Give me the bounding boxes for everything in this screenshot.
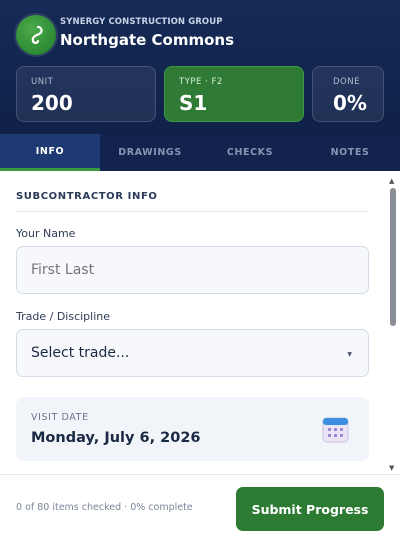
content-scrollbar[interactable]: ▲ ▼ bbox=[386, 171, 400, 474]
section-title: SUBCONTRACTOR INFO bbox=[16, 191, 158, 202]
type-stat-card: TYPE · F2 S1 bbox=[164, 66, 304, 122]
hook-icon bbox=[31, 25, 43, 44]
name-label: Your Name bbox=[16, 227, 76, 240]
project-title: Northgate Commons bbox=[60, 31, 235, 49]
chevron-down-icon: ▼ bbox=[347, 351, 352, 358]
tab-drawings[interactable]: DRAWINGS bbox=[100, 134, 200, 171]
done-stat-label: DONE bbox=[333, 77, 360, 87]
scroll-thumb[interactable] bbox=[390, 188, 396, 326]
unit-stat-value: 200 bbox=[31, 91, 73, 115]
tab-notes[interactable]: NOTES bbox=[300, 134, 400, 171]
progress-status: 0 of 80 items checked · 0% complete bbox=[16, 502, 193, 513]
footer-bar: 0 of 80 items checked · 0% complete Subm… bbox=[0, 474, 400, 540]
tab-bar: INFO DRAWINGS CHECKS NOTES bbox=[0, 134, 400, 171]
brand-name: SYNERGY CONSTRUCTION GROUP bbox=[60, 17, 223, 27]
visit-date-card[interactable]: VISIT DATE Monday, July 6, 2026 bbox=[16, 397, 369, 461]
trade-label: Trade / Discipline bbox=[16, 310, 111, 323]
unit-stat-label: UNIT bbox=[31, 77, 54, 87]
section-divider bbox=[16, 211, 368, 212]
name-input[interactable] bbox=[31, 262, 354, 278]
trade-select-value: Select trade... bbox=[31, 345, 130, 361]
app-header: SYNERGY CONSTRUCTION GROUP Northgate Com… bbox=[0, 0, 400, 171]
type-stat-value: S1 bbox=[179, 91, 208, 115]
visit-date-label: VISIT DATE bbox=[31, 412, 89, 423]
trade-select[interactable]: Select trade... ▼ bbox=[16, 329, 369, 377]
scroll-up-arrow-icon[interactable]: ▲ bbox=[389, 177, 394, 185]
scroll-down-arrow-icon[interactable]: ▼ bbox=[389, 464, 394, 472]
type-stat-label: TYPE · F2 bbox=[179, 77, 223, 87]
done-stat-card: DONE 0% bbox=[312, 66, 384, 122]
unit-stat-card: UNIT 200 bbox=[16, 66, 156, 122]
tab-checks[interactable]: CHECKS bbox=[200, 134, 300, 171]
company-logo bbox=[16, 15, 56, 55]
name-field-box bbox=[16, 246, 369, 294]
tab-info[interactable]: INFO bbox=[0, 134, 100, 171]
info-panel: SUBCONTRACTOR INFO Your Name Trade / Dis… bbox=[0, 171, 386, 474]
done-stat-value: 0% bbox=[333, 91, 367, 115]
visit-date-value: Monday, July 6, 2026 bbox=[31, 430, 201, 446]
calendar-icon[interactable] bbox=[322, 416, 349, 443]
submit-progress-button[interactable]: Submit Progress bbox=[236, 487, 384, 531]
